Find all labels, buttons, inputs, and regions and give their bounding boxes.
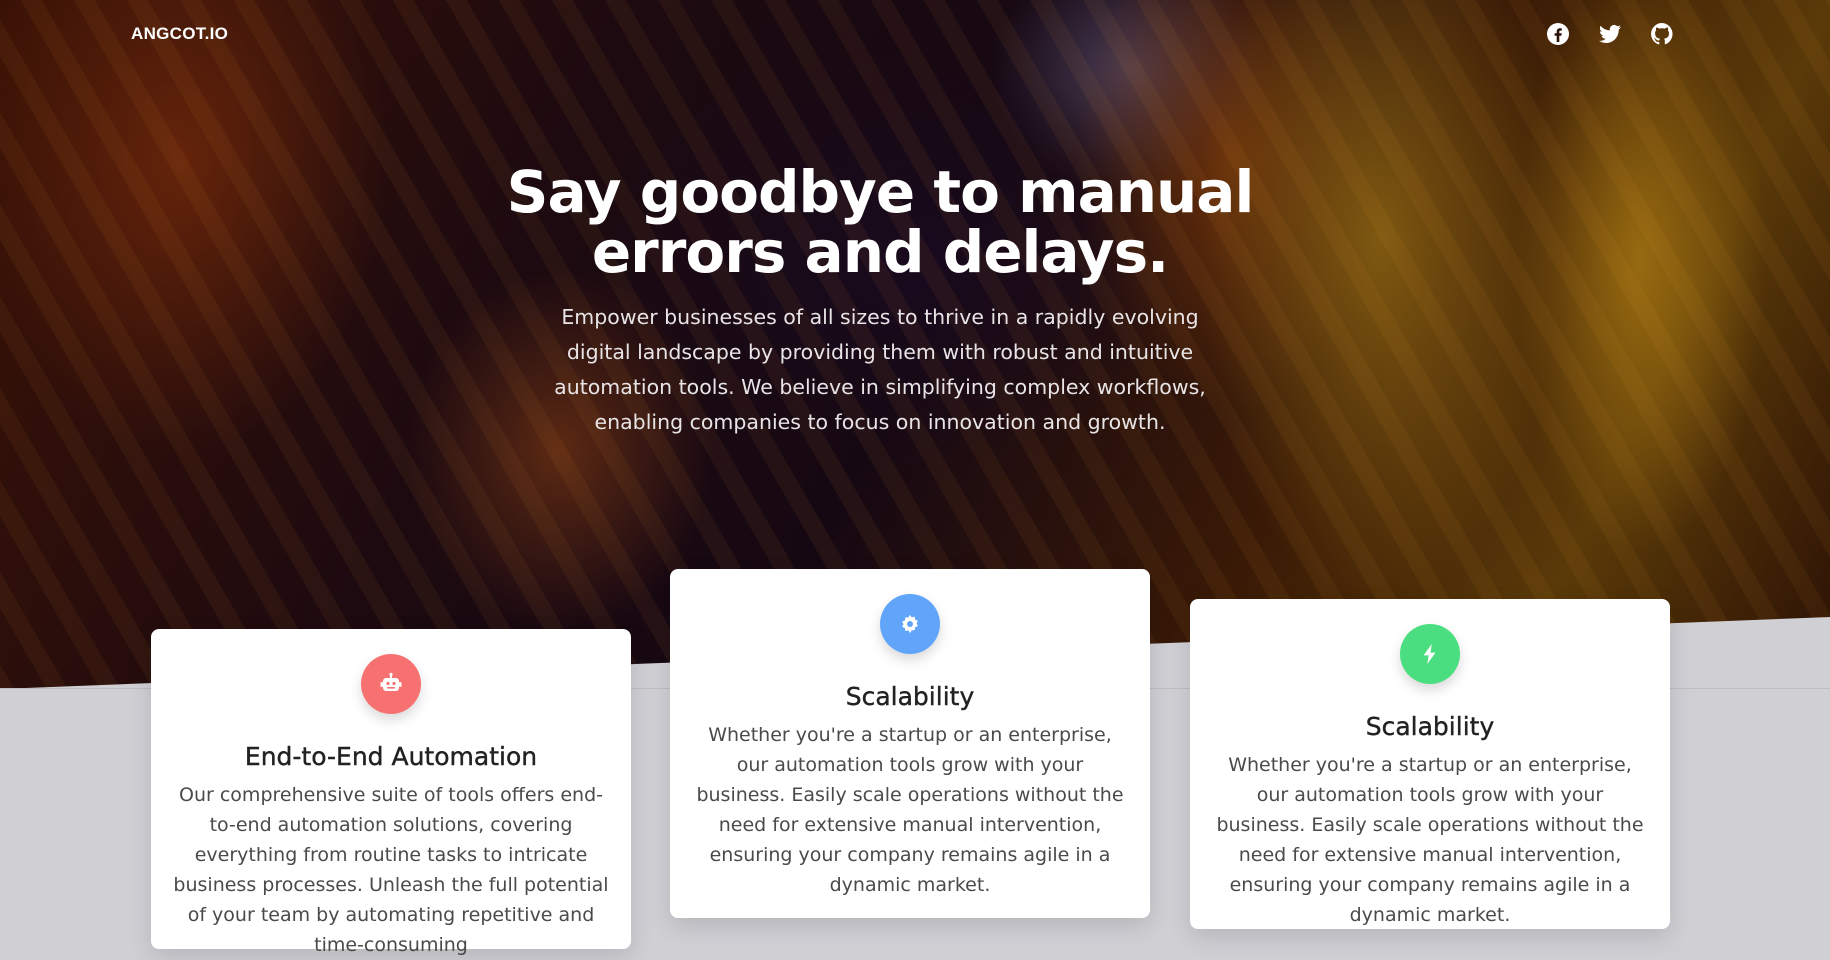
hero-headline: Say goodbye to manual errors and delays. bbox=[506, 158, 1255, 286]
hero-description: Empower businesses of all sizes to thriv… bbox=[554, 305, 1206, 434]
feature-card: Scalability Whether you're a startup or … bbox=[1190, 599, 1670, 929]
facebook-icon bbox=[1547, 23, 1569, 45]
feature-icon-badge bbox=[880, 594, 940, 654]
brand-logo-link[interactable]: ANGCOT.IO bbox=[131, 24, 228, 44]
feature-description: Whether you're a startup or an enterpris… bbox=[696, 724, 1124, 896]
feature-title: Scalability bbox=[845, 682, 975, 711]
twitter-icon bbox=[1599, 24, 1621, 43]
feature-title: End-to-End Automation bbox=[244, 742, 538, 771]
top-navbar: ANGCOT.IO bbox=[0, 0, 1830, 72]
feature-description: Whether you're a startup or an enterpris… bbox=[1216, 754, 1644, 926]
robot-icon bbox=[380, 672, 402, 691]
gear-icon bbox=[902, 614, 918, 634]
feature-card: End-to-End Automation Our comprehensive … bbox=[151, 629, 631, 956]
facebook-link[interactable] bbox=[1546, 22, 1570, 46]
feature-card: Scalability Whether you're a startup or … bbox=[670, 569, 1150, 918]
github-icon bbox=[1651, 23, 1673, 45]
feature-description: Our comprehensive suite of tools offers … bbox=[173, 784, 609, 956]
twitter-link[interactable] bbox=[1598, 22, 1622, 46]
social-links bbox=[1546, 22, 1674, 46]
feature-icon-badge bbox=[361, 654, 421, 714]
bolt-icon bbox=[1423, 643, 1436, 665]
feature-icon-badge bbox=[1400, 624, 1460, 684]
github-link[interactable] bbox=[1650, 22, 1674, 46]
feature-title: Scalability bbox=[1365, 712, 1495, 741]
